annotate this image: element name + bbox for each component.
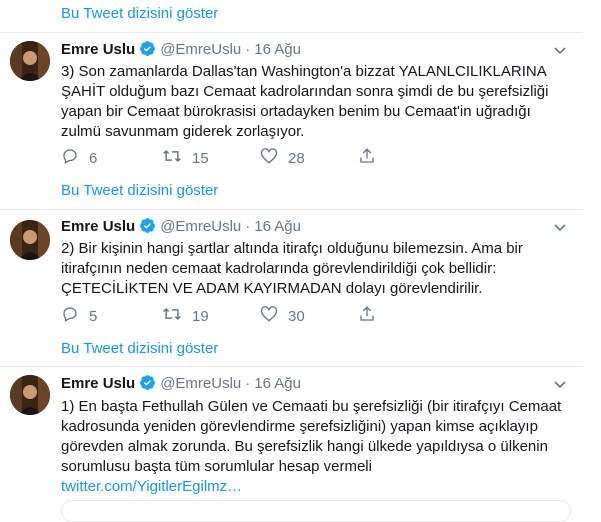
tweet-text-line: zulmü savunmam giderek zorlaşıyor. xyxy=(61,123,305,140)
tweet-text: 3) Son zamanlarda Dallas'tan Washington'… xyxy=(61,62,571,142)
chevron-down-icon[interactable] xyxy=(552,42,568,58)
retweet-button[interactable]: 15 xyxy=(162,147,209,169)
tweet-header: Emre Uslu @EmreUslu · 16 Ağu xyxy=(61,217,301,240)
tweet-text-line: ÇETECİLİKTEN VE ADAM KAYIRMADAN dolayı g… xyxy=(61,280,483,297)
reply-count: 5 xyxy=(89,307,98,325)
tweet-actions: 6 15 28 xyxy=(61,147,481,167)
tweet-text-line: yapan bir Cemaat bürokrasisi ortadayken … xyxy=(61,103,531,120)
tweet-text-line: sorumlusu başta tüm sorumlular hesap ver… xyxy=(61,458,372,475)
heart-icon xyxy=(260,147,288,169)
tweet-text-line: 3) Son zamanlarda Dallas'tan Washington'… xyxy=(61,63,547,80)
separator: · xyxy=(245,375,251,392)
author-name[interactable]: Emre Uslu xyxy=(61,41,135,58)
verified-badge-icon xyxy=(139,40,156,63)
retweet-count: 19 xyxy=(192,307,209,325)
tweet-text-line: 1) En başta Fethullah Gülen ve Cemaati b… xyxy=(61,398,562,415)
share-icon xyxy=(358,147,386,169)
author-name[interactable]: Emre Uslu xyxy=(61,375,135,392)
share-button[interactable] xyxy=(358,305,386,327)
tweet-date[interactable]: 16 Ağu xyxy=(254,218,301,235)
author-handle[interactable]: @EmreUslu xyxy=(160,41,241,58)
tweet-text-line: görevden almak zorunda. Bu şerefsizlik h… xyxy=(61,438,548,455)
tweet-header: Emre Uslu @EmreUslu · 16 Ağu xyxy=(61,40,301,63)
reply-button[interactable]: 6 xyxy=(61,147,97,169)
verified-badge-icon xyxy=(139,217,156,240)
avatar[interactable] xyxy=(10,41,50,81)
heart-icon xyxy=(260,305,288,327)
author-name[interactable]: Emre Uslu xyxy=(61,218,135,235)
like-count: 28 xyxy=(288,149,305,167)
like-button[interactable]: 28 xyxy=(260,147,305,169)
tweet-text-line: kadrosunda yeniden görevlendirme şerefsi… xyxy=(61,418,538,435)
tweet-text: 2) Bir kişinin hangi şartlar altında iti… xyxy=(61,239,571,299)
separator: · xyxy=(245,218,251,235)
author-handle[interactable]: @EmreUslu xyxy=(160,375,241,392)
retweet-button[interactable]: 19 xyxy=(162,305,209,327)
avatar[interactable] xyxy=(10,220,50,260)
show-thread-link-1[interactable]: Bu Tweet dizisini göster xyxy=(61,182,218,199)
like-button[interactable]: 30 xyxy=(260,305,305,327)
show-thread-link-0[interactable]: Bu Tweet dizisini göster xyxy=(61,5,218,22)
reply-button[interactable]: 5 xyxy=(61,305,97,327)
tweet-text-line: ŞAHİT olduğum bazı Cemaat kadrolarından … xyxy=(61,83,549,100)
tweet-date[interactable]: 16 Ağu xyxy=(254,375,301,392)
separator: · xyxy=(245,41,251,58)
tweet-1[interactable]: Emre Uslu @EmreUslu · 16 Ağu 1) En başta Fe… xyxy=(0,367,583,509)
verified-badge-icon xyxy=(139,374,156,397)
link-card[interactable] xyxy=(61,500,571,522)
reply-count: 6 xyxy=(89,149,98,167)
tweet-date[interactable]: 16 Ağu xyxy=(254,41,301,58)
retweet-icon xyxy=(162,305,192,327)
retweet-icon xyxy=(162,147,192,169)
tweet-link[interactable]: twitter.com/YigitlerEgilmz… xyxy=(61,477,571,497)
author-handle[interactable]: @EmreUslu xyxy=(160,218,241,235)
reply-icon xyxy=(61,147,89,169)
share-button[interactable] xyxy=(358,147,386,169)
chevron-down-icon[interactable] xyxy=(552,376,568,392)
like-count: 30 xyxy=(288,307,305,325)
show-thread-link-2[interactable]: Bu Tweet dizisini göster xyxy=(61,340,218,357)
retweet-count: 15 xyxy=(192,149,209,167)
tweet-text-line: 2) Bir kişinin hangi şartlar altında iti… xyxy=(61,240,523,257)
tweet-actions: 5 19 30 xyxy=(61,305,481,325)
tweet-text-line: itirafçının neden cemaat kadrolarında gö… xyxy=(61,260,497,277)
share-icon xyxy=(358,305,386,327)
reply-icon xyxy=(61,305,89,327)
tweet-text: 1) En başta Fethullah Gülen ve Cemaati b… xyxy=(61,397,571,497)
tweet-header: Emre Uslu @EmreUslu · 16 Ağu xyxy=(61,374,301,397)
avatar[interactable] xyxy=(10,375,50,415)
chevron-down-icon[interactable] xyxy=(552,219,568,235)
